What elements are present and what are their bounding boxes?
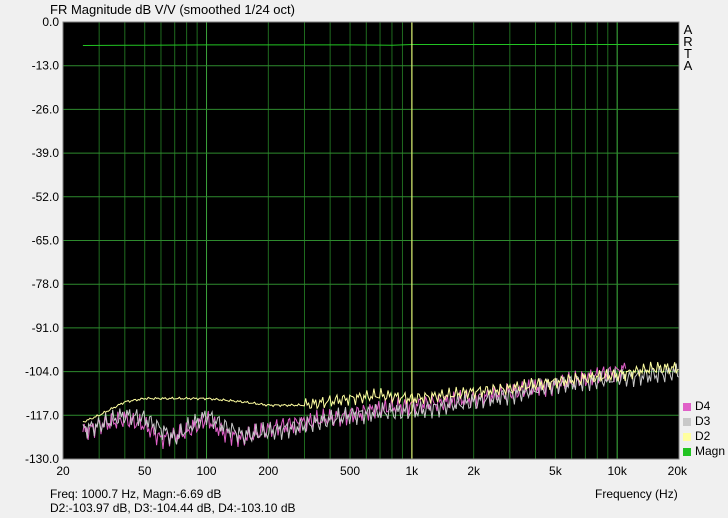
x-tick-label: 2k: [467, 464, 481, 478]
y-tick-label: -91.0: [32, 321, 60, 335]
legend-item-d3[interactable]: D3: [683, 414, 725, 429]
readout-line-2: D2:-103.97 dB, D3:-104.44 dB, D4:-103.10…: [50, 501, 296, 515]
legend-swatch: [683, 447, 691, 456]
x-tick-label: 20k: [668, 464, 688, 478]
y-tick-label: -26.0: [32, 102, 60, 116]
y-tick-label: -39.0: [32, 146, 60, 160]
legend-label: Magn: [695, 444, 726, 458]
x-axis-label: Frequency (Hz): [595, 487, 678, 501]
legend-swatch: [683, 432, 691, 441]
y-tick-label: -13.0: [32, 59, 60, 73]
y-tick-label: 0.0: [42, 15, 59, 29]
y-tick-label: -65.0: [32, 234, 60, 248]
x-axis-ticks: 20 50 100 200 500 1k 2k 5k 10k 20k: [56, 464, 688, 478]
y-tick-label: -52.0: [32, 190, 60, 204]
readout-line-1: Freq: 1000.7 Hz, Magn:-6.69 dB: [50, 487, 222, 501]
x-tick-label: 1k: [406, 464, 420, 478]
legend: D4 D3 D2 Magn: [683, 399, 725, 459]
y-tick-label: -130.0: [25, 452, 59, 466]
x-tick-label: 10k: [608, 464, 628, 478]
legend-item-d4[interactable]: D4: [683, 399, 725, 414]
cursor-readout: Freq: 1000.7 Hz, Magn:-6.69 dB D2:-103.9…: [50, 487, 296, 515]
legend-label: D3: [695, 414, 711, 428]
legend-item-d2[interactable]: D2: [683, 429, 725, 444]
chart-area[interactable]: 0.0 -13.0 -26.0 -39.0 -52.0 -65.0 -78.0 -91.0 -1…: [0, 0, 728, 486]
legend-label: D4: [695, 399, 711, 413]
y-tick-label: -104.0: [25, 365, 59, 379]
x-tick-label: 20: [56, 464, 70, 478]
x-tick-label: 100: [197, 464, 217, 478]
legend-item-magn[interactable]: Magn: [683, 444, 725, 459]
y-tick-label: -117.0: [26, 408, 59, 422]
x-tick-label: 200: [258, 464, 278, 478]
y-axis-ticks: 0.0 -13.0 -26.0 -39.0 -52.0 -65.0 -78.0 -91.0 -1…: [25, 15, 59, 466]
x-tick-label: 500: [340, 464, 360, 478]
x-tick-label: 5k: [549, 464, 563, 478]
y-tick-label: -78.0: [32, 277, 60, 291]
legend-swatch: [683, 402, 691, 411]
x-tick-label: 50: [138, 464, 152, 478]
legend-swatch: [683, 417, 691, 426]
legend-label: D2: [695, 429, 711, 443]
